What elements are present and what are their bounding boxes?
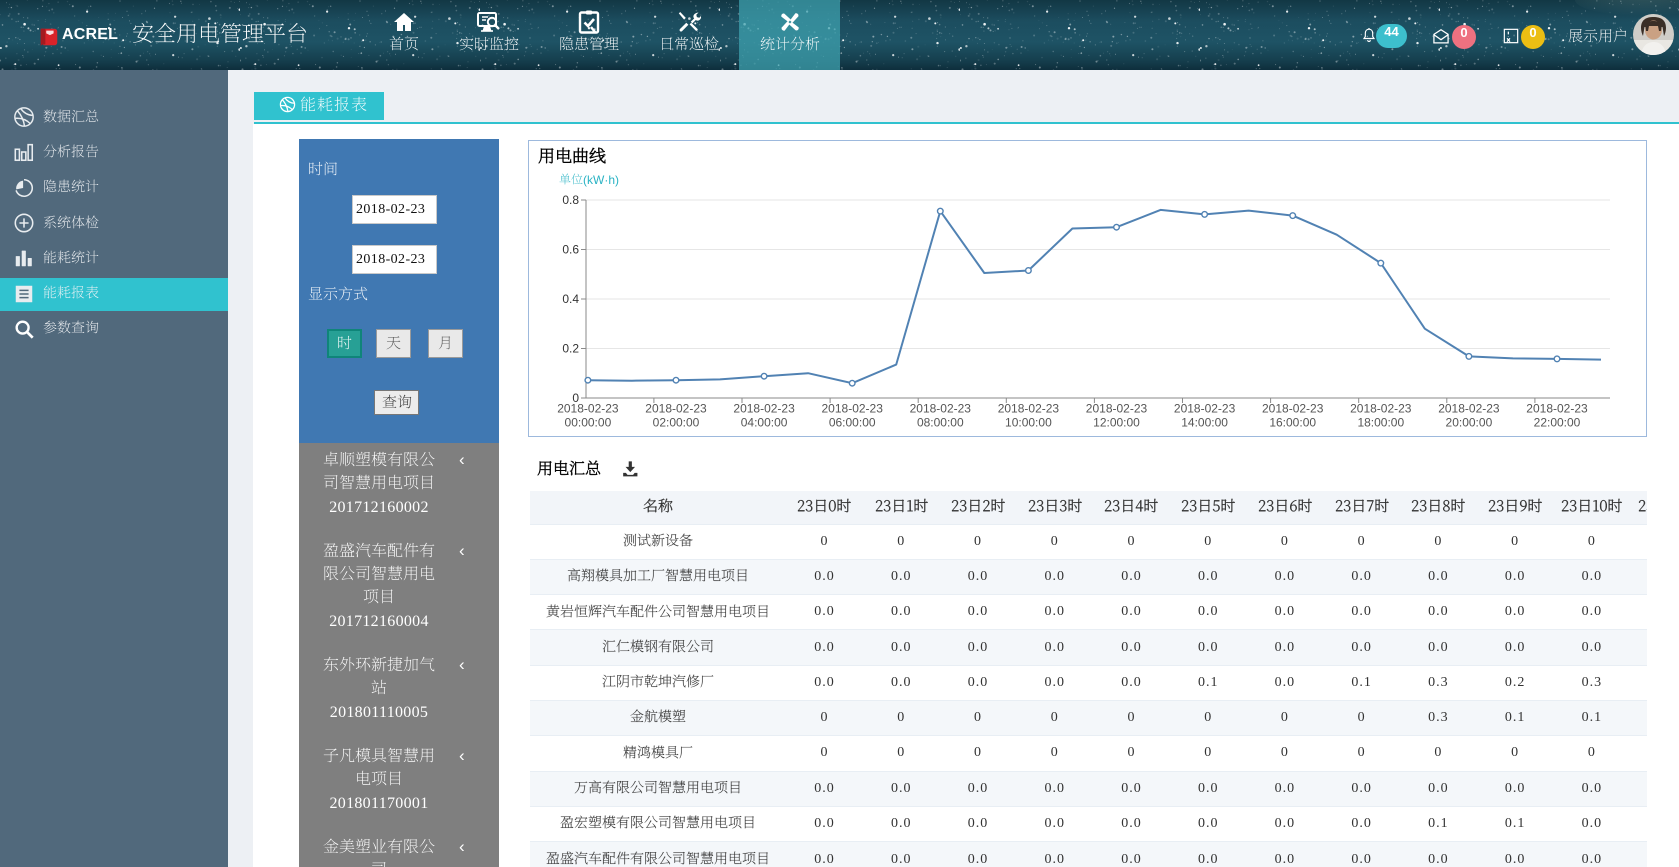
svg-text:0.8: 0.8 — [562, 193, 579, 207]
svg-text:2018-02-23: 2018-02-23 — [557, 402, 619, 416]
svg-text:2018-02-23: 2018-02-23 — [1086, 402, 1148, 416]
svg-text:0.4: 0.4 — [562, 292, 579, 306]
svg-text:12:00:00: 12:00:00 — [1093, 416, 1140, 430]
svg-text:2018-02-23: 2018-02-23 — [910, 402, 972, 416]
svg-text:08:00:00: 08:00:00 — [917, 416, 964, 430]
svg-text:2018-02-23: 2018-02-23 — [733, 402, 795, 416]
svg-text:02:00:00: 02:00:00 — [653, 416, 700, 430]
svg-text:2018-02-23: 2018-02-23 — [1262, 402, 1324, 416]
svg-text:2018-02-23: 2018-02-23 — [1350, 402, 1412, 416]
svg-text:00:00:00: 00:00:00 — [565, 416, 612, 430]
svg-text:2018-02-23: 2018-02-23 — [1526, 402, 1588, 416]
svg-text:2018-02-23: 2018-02-23 — [998, 402, 1060, 416]
svg-text:22:00:00: 22:00:00 — [1534, 416, 1581, 430]
svg-text:18:00:00: 18:00:00 — [1357, 416, 1404, 430]
svg-text:2018-02-23: 2018-02-23 — [822, 402, 884, 416]
svg-text:06:00:00: 06:00:00 — [829, 416, 876, 430]
svg-text:2018-02-23: 2018-02-23 — [645, 402, 707, 416]
svg-text:0.6: 0.6 — [562, 243, 579, 257]
svg-text:10:00:00: 10:00:00 — [1005, 416, 1052, 430]
svg-text:2018-02-23: 2018-02-23 — [1174, 402, 1236, 416]
svg-text:14:00:00: 14:00:00 — [1181, 416, 1228, 430]
svg-text:20:00:00: 20:00:00 — [1446, 416, 1493, 430]
svg-text:04:00:00: 04:00:00 — [741, 416, 788, 430]
svg-text:2018-02-23: 2018-02-23 — [1438, 402, 1500, 416]
svg-text:0.2: 0.2 — [562, 342, 579, 356]
svg-text:16:00:00: 16:00:00 — [1269, 416, 1316, 430]
